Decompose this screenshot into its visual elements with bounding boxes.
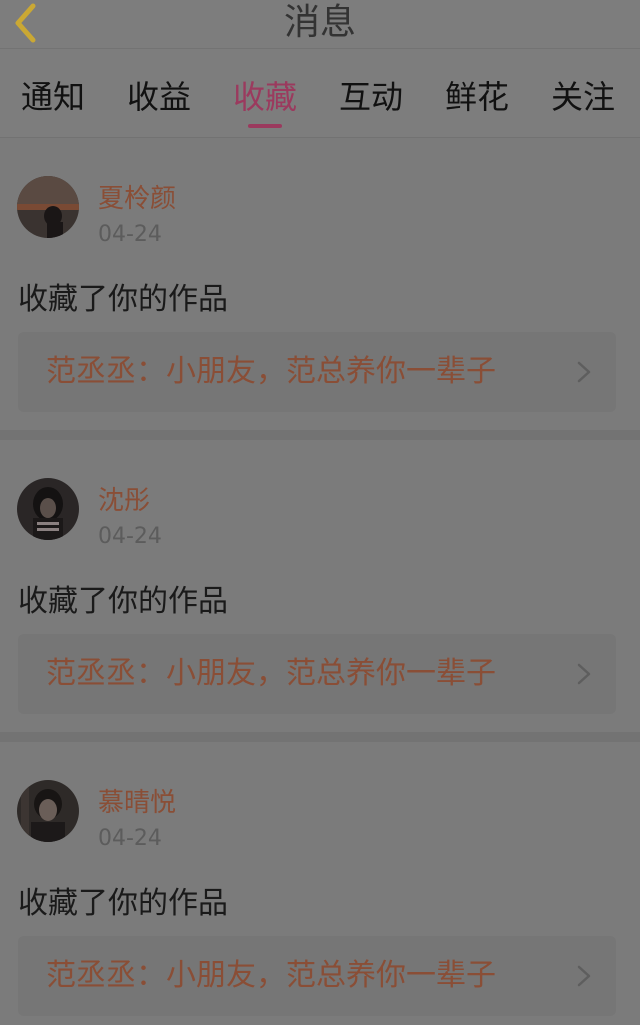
message-date: 04-24 [98,826,162,851]
avatar[interactable] [17,780,79,842]
tab-notifications[interactable]: 通知 [0,49,106,137]
work-title: 范丞丞：小朋友，范总养你一辈子 [46,354,496,389]
user-name[interactable]: 夏柃颜 [98,178,176,215]
message-action: 收藏了你的作品 [18,886,228,921]
avatar[interactable] [17,478,79,540]
user-name[interactable]: 慕晴悦 [98,782,176,819]
tab-earnings[interactable]: 收益 [106,49,212,137]
work-title: 范丞丞：小朋友，范总养你一辈子 [46,656,496,691]
tab-bar: 通知 收益 收藏 互动 鲜花 关注 [0,49,640,139]
tab-interactions[interactable]: 互动 [318,49,424,137]
message-action: 收藏了你的作品 [18,282,228,317]
message-date: 04-24 [98,222,162,247]
chevron-left-icon [15,3,36,43]
messages-page: 消息 通知 收益 收藏 互动 鲜花 关注 夏柃颜 04-24 收藏了你的作品 范… [0,0,640,1025]
chevron-right-icon [577,663,591,685]
work-title: 范丞丞：小朋友，范总养你一辈子 [46,958,496,993]
chevron-right-icon [577,361,591,383]
work-link[interactable]: 范丞丞：小朋友，范总养你一辈子 [18,936,616,1016]
tab-follows[interactable]: 关注 [530,49,636,137]
page-title: 消息 [283,2,356,43]
user-name[interactable]: 沈彤 [98,480,150,517]
tab-flowers[interactable]: 鲜花 [424,49,530,137]
avatar[interactable] [17,176,79,238]
message-action: 收藏了你的作品 [18,584,228,619]
work-link[interactable]: 范丞丞：小朋友，范总养你一辈子 [18,332,616,412]
work-link[interactable]: 范丞丞：小朋友，范总养你一辈子 [18,634,616,714]
list-item: 慕晴悦 04-24 收藏了你的作品 范丞丞：小朋友，范总养你一辈子 [0,742,640,1025]
list-item: 沈彤 04-24 收藏了你的作品 范丞丞：小朋友，范总养你一辈子 [0,440,640,732]
chevron-right-icon [577,965,591,987]
back-button[interactable] [4,0,48,46]
list-item: 夏柃颜 04-24 收藏了你的作品 范丞丞：小朋友，范总养你一辈子 [0,138,640,430]
nav-bar: 消息 [0,0,640,49]
message-date: 04-24 [98,524,162,549]
active-tab-indicator [248,124,282,128]
